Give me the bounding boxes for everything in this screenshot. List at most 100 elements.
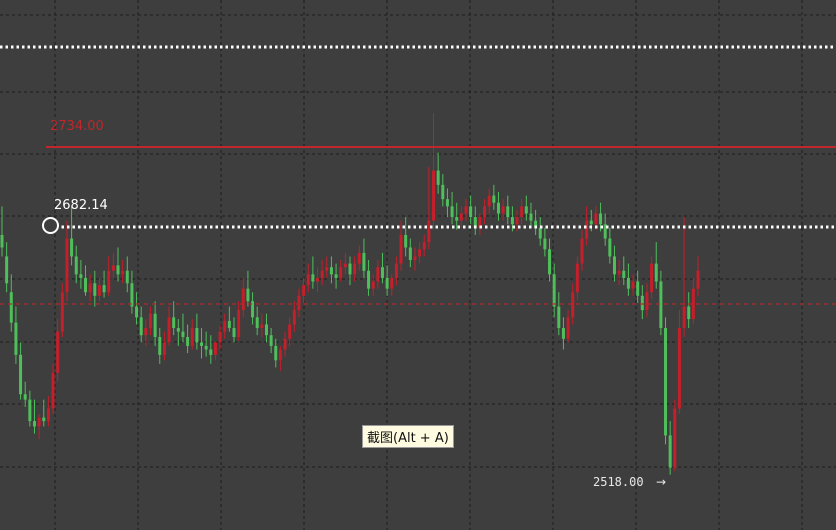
level-drag-handle[interactable] [42,217,59,234]
candle-body [626,277,630,289]
candle-body [548,249,552,275]
candle-body [186,336,190,346]
candle [445,188,449,218]
candle-body [320,270,324,278]
candle-body [84,277,88,293]
candle-body [218,331,222,343]
candle [612,245,616,282]
candle-body [278,349,282,361]
candle [70,206,74,266]
candle-body [501,206,505,214]
candle-body [599,213,603,225]
candle-body [371,281,375,289]
candle [167,306,171,346]
candle-body [28,399,32,422]
candle-body [673,408,677,468]
candle-body [496,202,500,214]
candle-body [93,283,97,296]
candle [394,256,398,286]
candle-body [65,238,69,293]
candle [102,270,106,298]
candle-body [246,288,250,302]
candlestick-series [0,113,700,475]
candle-body [306,274,310,286]
candle [107,256,111,296]
candle [237,301,241,341]
candle-body [237,310,241,337]
candle-body [176,328,180,332]
candle-body [422,242,426,250]
candle-body [469,206,473,218]
selected-level-label: 2682.14 [54,198,108,213]
candle [316,267,320,293]
candle-body [107,270,111,293]
candle-body [654,263,658,282]
candle-body [339,267,343,278]
candle-body [571,292,575,318]
candle-body [162,342,166,355]
candle-body [135,306,139,318]
candle-body [144,328,148,336]
candle [380,252,384,284]
candle-body [575,263,579,293]
candle [399,220,403,271]
candle [158,328,162,364]
candle [311,256,315,289]
candle [153,301,157,346]
candle-body [288,324,292,339]
candle [561,317,565,350]
candle-body [153,313,157,337]
candle [524,195,528,221]
candle [278,345,282,371]
screenshot-tooltip: 截图(Alt + A) [362,425,454,448]
candle-body [390,277,394,289]
candle [478,213,482,235]
candle-body [436,170,440,185]
candle [241,277,245,318]
candle [427,166,431,250]
candle [376,260,380,289]
candle-body [432,170,436,221]
candle-body [264,324,268,336]
candle-body [348,263,352,275]
candle [302,277,306,303]
candle [603,213,607,246]
candle [116,247,120,282]
candle-body [223,320,227,332]
candle [682,217,686,337]
candle [367,260,371,296]
candle [162,331,166,361]
candle [422,234,426,257]
resistance-level-label: 2734.00 [50,119,104,134]
candle-body [455,217,459,221]
candle-body [316,277,320,282]
candle-body [204,345,208,350]
candle [56,319,60,382]
candle [251,292,255,325]
candle-body [311,274,315,282]
candle-body [297,295,301,311]
candle [450,192,454,225]
candle [390,274,394,296]
price-chart[interactable] [0,0,836,530]
candle-body [334,274,338,278]
candle [538,217,542,246]
candle [218,324,222,350]
candle-body [70,238,74,257]
candle [543,227,547,257]
candle-body [116,265,120,275]
candle [19,342,23,400]
candle-body [130,283,134,307]
candle-body [441,184,445,200]
candle [0,206,4,257]
candle-body [97,285,101,296]
candle-body [529,213,533,221]
candle-body [111,265,115,271]
candle [5,242,9,293]
candle [357,245,361,271]
candle [88,274,92,302]
candle-body [102,285,106,293]
candle-body [139,317,143,336]
candle [125,256,129,293]
candle-body [9,292,13,323]
